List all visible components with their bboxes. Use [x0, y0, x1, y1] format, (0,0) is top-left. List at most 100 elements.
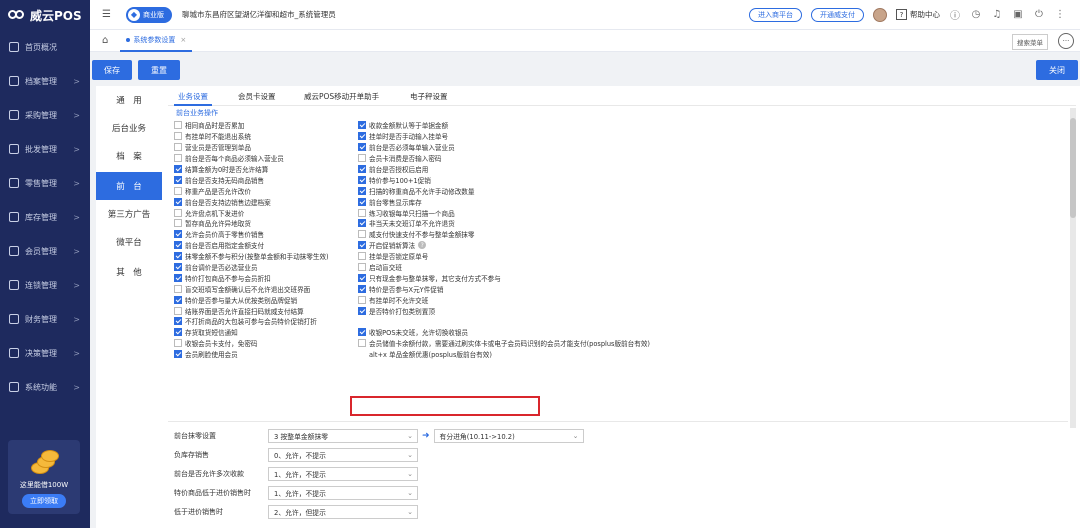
option-row[interactable]: alt+x 单品金额优惠(posplus版前台有效) — [358, 349, 758, 360]
form-select[interactable]: 3 按整单金额抹零 ⌄ — [268, 429, 418, 443]
option-row[interactable]: 练习收银每单只扫描一个商品 — [358, 207, 758, 218]
option-row[interactable]: 收款金额默认等于单据金额 — [358, 120, 758, 131]
close-button[interactable]: 关闭 — [1036, 60, 1078, 80]
clock-icon[interactable]: ◷ — [970, 9, 982, 20]
option-checkbox[interactable] — [358, 143, 366, 152]
form-select[interactable]: 2、允许，但提示 ⌄ — [268, 505, 418, 519]
option-checkbox[interactable] — [174, 165, 182, 173]
form-select[interactable]: 0、允许，不提示 ⌄ — [268, 448, 418, 462]
option-checkbox[interactable] — [174, 241, 182, 250]
subtab[interactable]: 会员卡设置 — [238, 91, 276, 102]
sidebar-item-cart[interactable]: 采购管理 > — [0, 98, 90, 132]
option-checkbox[interactable] — [358, 306, 366, 315]
option-checkbox[interactable] — [174, 197, 182, 206]
subtab[interactable]: 威云POS移动开单助手 — [304, 91, 379, 102]
home-icon[interactable]: ⌂ — [102, 35, 108, 46]
option-checkbox[interactable] — [174, 284, 182, 293]
option-row[interactable]: 特价是否参与X元Y件促销 — [358, 283, 758, 294]
option-checkbox[interactable] — [358, 263, 366, 272]
category-item[interactable]: 第三方广告 — [96, 200, 162, 228]
option-row[interactable]: 会员储值卡余额付款，需要通过刷实体卡或电子会员码识别的会员才能支付(posplu… — [358, 338, 758, 349]
menu-collapse-icon[interactable]: ☰ — [102, 9, 114, 20]
category-item[interactable]: 档 案 — [96, 142, 162, 170]
option-checkbox[interactable] — [174, 132, 182, 141]
option-row[interactable]: 是否特价打包类别置顶 — [358, 305, 758, 316]
option-checkbox[interactable] — [358, 197, 366, 206]
option-checkbox[interactable] — [358, 339, 366, 348]
promo-card[interactable]: 这里能借100W 立即领取 — [8, 440, 80, 514]
option-checkbox[interactable] — [358, 295, 366, 304]
edition-badge[interactable]: ◆ 商业版 — [126, 6, 172, 23]
option-checkbox[interactable] — [174, 219, 182, 228]
option-checkbox[interactable] — [174, 273, 182, 282]
option-row[interactable]: 特价参与100+1促销 — [358, 174, 758, 185]
option-checkbox[interactable] — [358, 208, 366, 217]
option-checkbox[interactable] — [358, 186, 366, 195]
sidebar-item-member[interactable]: 会员管理 > — [0, 234, 90, 268]
option-checkbox[interactable] — [174, 339, 182, 348]
option-row[interactable]: 非当天未交班订单不允许退货 — [358, 218, 758, 229]
option-row[interactable]: 威支付快速支付不参与整单金额抹零 — [358, 229, 758, 240]
help-circle-icon[interactable]: ? — [418, 241, 427, 250]
sidebar-item-archive[interactable]: 档案管理 > — [0, 64, 90, 98]
option-checkbox[interactable] — [174, 317, 182, 326]
option-checkbox[interactable] — [174, 175, 182, 184]
sidebar-item-system[interactable]: 系统功能 > — [0, 370, 90, 404]
option-checkbox[interactable] — [358, 219, 366, 228]
help-center[interactable]: ? 帮助中心 — [896, 9, 940, 20]
option-checkbox[interactable] — [174, 306, 182, 315]
option-checkbox[interactable] — [358, 132, 366, 141]
option-row[interactable]: 挂单是否锁定原单号 — [358, 251, 758, 262]
option-row[interactable]: 前台是否授权后启用 — [358, 164, 758, 175]
option-checkbox[interactable] — [358, 241, 366, 250]
sidebar-item-finance[interactable]: 财务管理 > — [0, 302, 90, 336]
tab-system-params[interactable]: 系统参数设置 × — [120, 30, 193, 52]
option-row[interactable]: 挂单时是否手动输入挂单号 — [358, 131, 758, 142]
option-checkbox[interactable] — [174, 121, 182, 130]
sidebar-item-home[interactable]: 首页概况 — [0, 30, 90, 64]
option-checkbox[interactable] — [358, 328, 366, 337]
option-checkbox[interactable] — [358, 284, 366, 293]
sidebar-item-chain[interactable]: 连锁管理 > — [0, 268, 90, 302]
category-item[interactable]: 微平台 — [96, 228, 162, 256]
form-select[interactable]: 1、允许，不提示 ⌄ — [268, 486, 418, 500]
option-checkbox[interactable] — [174, 263, 182, 272]
reset-button[interactable]: 重置 — [138, 60, 180, 80]
option-row[interactable]: 有挂单时不允许交班 — [358, 294, 758, 305]
option-row[interactable]: 前台零售显示库存 — [358, 196, 758, 207]
option-checkbox[interactable] — [174, 143, 182, 152]
sidebar-item-stock[interactable]: 库存管理 > — [0, 200, 90, 234]
power-icon[interactable]: ⏻ — [1033, 9, 1045, 20]
option-checkbox[interactable] — [174, 186, 182, 195]
option-checkbox[interactable] — [174, 252, 182, 261]
option-checkbox[interactable] — [358, 154, 366, 163]
option-checkbox[interactable] — [174, 328, 182, 337]
option-row[interactable]: 扫描的称重商品不允许手动修改数量 — [358, 185, 758, 196]
subtab[interactable]: 业务设置 — [174, 91, 212, 106]
sidebar-item-retail[interactable]: 零售管理 > — [0, 166, 90, 200]
option-row[interactable]: 收银POS未交班，允许切换收银员 — [358, 327, 758, 338]
option-row[interactable]: 只有现金参与整单抹零，其它支付方式不参与 — [358, 272, 758, 283]
close-icon[interactable]: × — [180, 36, 186, 44]
category-item[interactable]: 其 他 — [96, 258, 162, 286]
rounding-select[interactable]: 有分进角(10.11->10.2) ⌄ — [433, 429, 584, 443]
category-item[interactable]: 前 台 — [96, 172, 162, 200]
form-select[interactable]: 1、允许，不提示 ⌄ — [268, 467, 418, 481]
option-checkbox[interactable] — [358, 252, 366, 261]
more-horizontal-icon[interactable]: ··· — [1058, 33, 1074, 49]
option-row[interactable] — [358, 316, 758, 327]
option-checkbox[interactable] — [358, 175, 366, 184]
option-checkbox[interactable] — [358, 165, 366, 173]
promo-button[interactable]: 立即领取 — [22, 494, 66, 508]
avatar[interactable] — [873, 7, 887, 22]
option-checkbox[interactable] — [358, 121, 366, 130]
lock-icon[interactable]: ▣ — [1012, 9, 1024, 20]
category-item[interactable]: 通 用 — [96, 86, 162, 114]
option-checkbox[interactable] — [174, 154, 182, 163]
option-row[interactable]: 启动盲交班 — [358, 262, 758, 273]
option-checkbox[interactable] — [174, 295, 182, 304]
option-row[interactable]: 前台是否必须每单输入营业员 — [358, 142, 758, 153]
option-row[interactable]: 会员卡消费是否输入密码 — [358, 153, 758, 164]
option-checkbox[interactable] — [358, 273, 366, 282]
subtab[interactable]: 电子秤设置 — [410, 91, 448, 102]
